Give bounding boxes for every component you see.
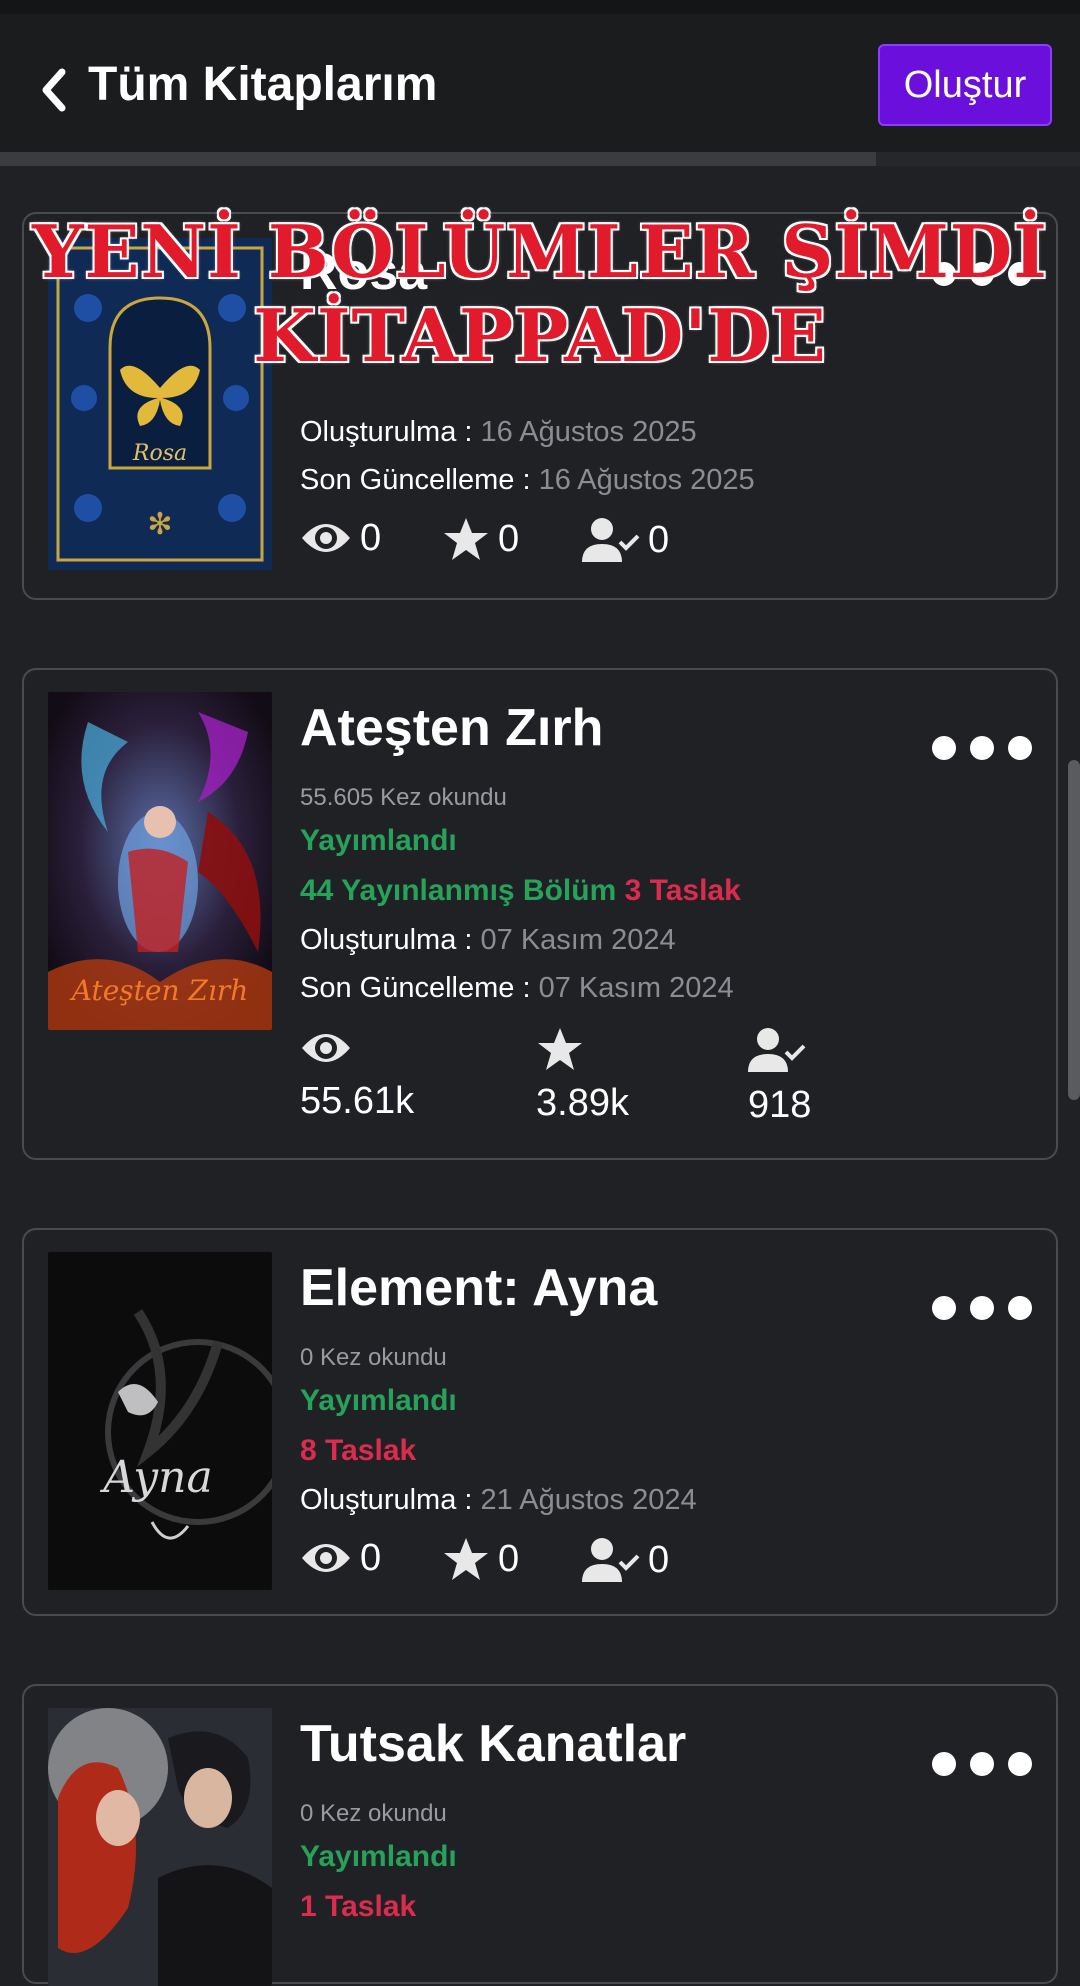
eye-icon	[302, 1034, 350, 1062]
app-header: Tüm Kitaplarım Oluştur	[0, 14, 1080, 152]
stars-stat: 0	[442, 516, 519, 562]
loading-bar	[0, 152, 876, 166]
user-check-icon	[582, 518, 640, 562]
book-card[interactable]: Ayna Element: Ayna 0 Kez okundu Yayımlan…	[22, 1228, 1058, 1616]
followers-stat: 918	[748, 1026, 811, 1127]
svg-text:Ayna: Ayna	[99, 1452, 212, 1503]
user-check-icon	[748, 1028, 806, 1072]
views-stat: 0	[300, 1536, 381, 1580]
star-icon	[538, 1028, 582, 1070]
read-count: 55.605 Kez okundu	[300, 784, 507, 811]
chapter-counts: 44 Yayınlanmış Bölüm 3 Taslak	[300, 874, 741, 907]
eye-icon	[302, 1544, 350, 1572]
book-title[interactable]: Rosa	[300, 242, 427, 302]
followers-stat: 0	[582, 1536, 669, 1584]
book-cover[interactable]: Ayna	[48, 1252, 272, 1590]
more-horizontal-icon[interactable]	[932, 1746, 1032, 1782]
created-date: Oluşturulma : 21 Ağustos 2024	[300, 1484, 697, 1516]
views-stat: 55.61k	[300, 1026, 414, 1123]
stars-stat: 3.89k	[536, 1026, 629, 1125]
updated-date: Son Güncelleme : 07 Kasım 2024	[300, 972, 734, 1004]
scrollbar[interactable]	[1068, 760, 1080, 1100]
read-count: 0 Kez okundu	[300, 1344, 447, 1371]
create-button[interactable]: Oluştur	[878, 44, 1052, 126]
svg-text:Ateşten Zırh: Ateşten Zırh	[69, 974, 249, 1007]
status-bar	[0, 0, 1080, 14]
svg-text:✻: ✻	[147, 508, 172, 541]
star-icon	[444, 518, 488, 560]
book-card[interactable]: Ateşten Zırh Ateşten Zırh 55.605 Kez oku…	[22, 668, 1058, 1160]
status-badge: Yayımlandı	[300, 1840, 457, 1873]
book-title[interactable]: Tutsak Kanatlar	[300, 1714, 686, 1774]
views-stat: 0	[300, 516, 381, 560]
svg-text:Rosa: Rosa	[132, 441, 187, 466]
status-badge: Yayımlandı	[300, 824, 457, 857]
book-title[interactable]: Ateşten Zırh	[300, 698, 603, 758]
book-card[interactable]: Rosa ✻ Rosa Oluşturulma : 16 Ağustos 202…	[22, 212, 1058, 600]
book-cover[interactable]: Rosa ✻	[48, 238, 272, 570]
user-check-icon	[582, 1538, 640, 1582]
status-badge: Yayımlandı	[300, 1384, 457, 1417]
header-divider	[0, 152, 1080, 166]
more-horizontal-icon[interactable]	[932, 730, 1032, 766]
chevron-left-icon[interactable]	[36, 62, 76, 118]
followers-stat: 0	[582, 516, 669, 564]
read-count: 0 Kez okundu	[300, 1800, 447, 1827]
created-date: Oluşturulma : 16 Ağustos 2025	[300, 416, 697, 448]
book-cover[interactable]: Ateşten Zırh	[48, 692, 272, 1030]
stars-stat: 0	[442, 1536, 519, 1582]
updated-date: Son Güncelleme : 16 Ağustos 2025	[300, 464, 755, 496]
page-title: Tüm Kitaplarım	[88, 58, 438, 111]
book-card[interactable]: Tutsak Kanatlar 0 Kez okundu Yayımlandı …	[22, 1684, 1058, 1986]
star-icon	[444, 1538, 488, 1580]
chapter-counts: 1 Taslak	[300, 1890, 417, 1923]
chapter-counts: 8 Taslak	[300, 1434, 417, 1467]
eye-icon	[302, 524, 350, 552]
book-cover[interactable]	[48, 1708, 272, 1986]
created-date: Oluşturulma : 07 Kasım 2024	[300, 924, 676, 956]
more-horizontal-icon[interactable]	[932, 256, 1032, 292]
book-title[interactable]: Element: Ayna	[300, 1258, 657, 1318]
more-horizontal-icon[interactable]	[932, 1290, 1032, 1326]
